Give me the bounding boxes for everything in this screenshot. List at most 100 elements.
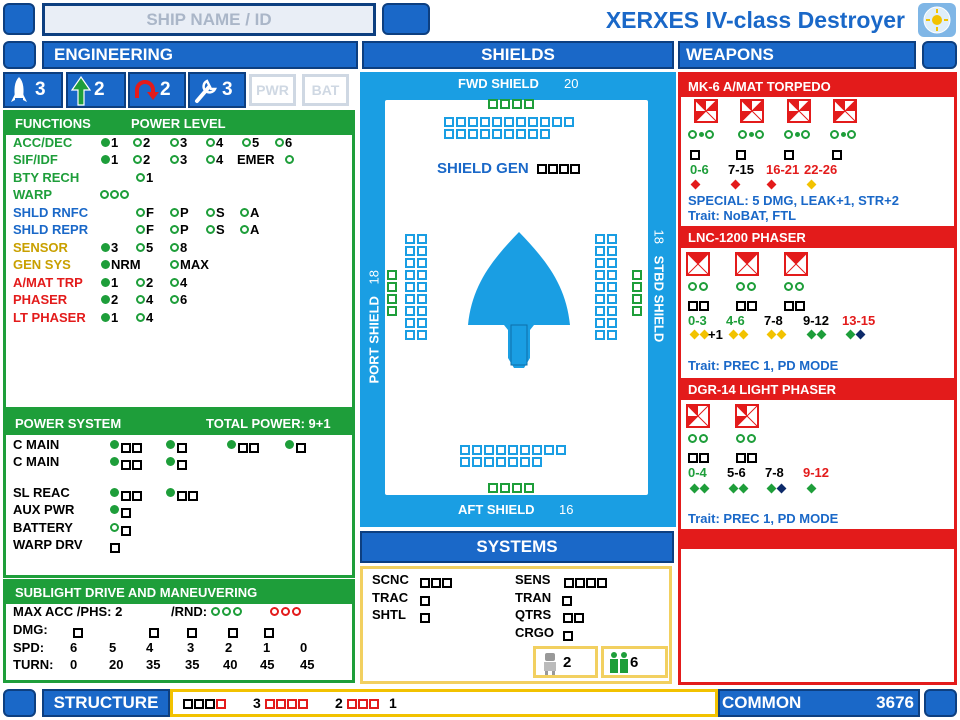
pwr-button[interactable]: PWR [249, 74, 296, 106]
fwd-shield-gen-boxes[interactable] [487, 98, 543, 110]
power-level-dot[interactable] [136, 295, 145, 304]
power-level-dot[interactable] [170, 138, 179, 147]
emer-dot[interactable] [285, 155, 294, 164]
power-level-dot[interactable] [101, 260, 110, 269]
power-level-dot[interactable] [136, 243, 145, 252]
power-level-dot[interactable] [136, 278, 145, 287]
shield-option-dot[interactable] [240, 208, 249, 217]
warp-drive-box[interactable] [110, 539, 121, 557]
power-level-value: 3 [180, 152, 188, 167]
power-dot[interactable] [166, 488, 175, 497]
aft-shield-boxes[interactable] [459, 444, 571, 468]
warp-dot[interactable] [100, 190, 109, 199]
power-box-group[interactable] [121, 487, 143, 505]
port-shield-boxes[interactable] [404, 233, 432, 341]
phaser-mode-dot[interactable] [795, 282, 804, 291]
rnd-dot[interactable] [211, 607, 220, 616]
power-box-group[interactable] [121, 439, 143, 457]
phaser-mode-dot[interactable] [699, 282, 708, 291]
port-shield-gen-boxes[interactable] [386, 269, 400, 317]
torpedo-mode-dot[interactable] [830, 130, 839, 139]
power-level-dot[interactable] [101, 138, 110, 147]
power-dot[interactable] [166, 440, 175, 449]
rnd-dot[interactable] [222, 607, 231, 616]
power-box-group[interactable] [121, 522, 132, 540]
power-level-dot[interactable] [101, 313, 110, 322]
torpedo-mode-dot[interactable] [801, 130, 810, 139]
power-dot[interactable] [110, 523, 119, 532]
power-dot[interactable] [285, 440, 294, 449]
system-boxes[interactable] [563, 609, 585, 627]
shield-option-dot[interactable] [206, 225, 215, 234]
power-dot[interactable] [166, 457, 175, 466]
power-dot[interactable] [110, 440, 119, 449]
system-boxes[interactable] [562, 592, 573, 610]
phaser-mode-dot[interactable] [747, 434, 756, 443]
power-box-group[interactable] [121, 456, 143, 474]
power-box-group[interactable] [177, 487, 199, 505]
phaser-mode-dot[interactable] [784, 282, 793, 291]
power-dot[interactable] [227, 440, 236, 449]
shield-option-dot[interactable] [240, 225, 249, 234]
power-level-dot[interactable] [206, 155, 215, 164]
warp-dot[interactable] [110, 190, 119, 199]
aft-shield-gen-boxes[interactable] [487, 482, 543, 494]
system-boxes[interactable] [420, 574, 453, 592]
power-level-dot[interactable] [133, 155, 142, 164]
ship-name-field[interactable]: SHIP NAME / ID [42, 3, 376, 36]
power-box-group[interactable] [121, 504, 132, 522]
power-level-dot[interactable] [101, 155, 110, 164]
power-level-dot[interactable] [101, 278, 110, 287]
system-boxes[interactable] [420, 609, 431, 627]
power-level-dot[interactable] [275, 138, 284, 147]
power-dot[interactable] [110, 488, 119, 497]
system-boxes[interactable] [563, 627, 574, 645]
power-box-group[interactable] [177, 439, 188, 457]
phaser-mode-dot[interactable] [688, 282, 697, 291]
rnd-dot-red[interactable] [292, 607, 301, 616]
shield-option-dot[interactable] [206, 208, 215, 217]
fwd-shield-boxes[interactable] [443, 116, 583, 140]
power-box-group[interactable] [296, 439, 307, 457]
power-level-dot[interactable] [170, 243, 179, 252]
power-level-dot[interactable] [136, 313, 145, 322]
system-boxes[interactable] [420, 592, 431, 610]
power-level-dot[interactable] [206, 138, 215, 147]
phaser-mode-dot[interactable] [688, 434, 697, 443]
phaser-mode-dot[interactable] [699, 434, 708, 443]
power-box-group[interactable] [177, 456, 188, 474]
rnd-dot[interactable] [233, 607, 242, 616]
shield-option-dot[interactable] [136, 208, 145, 217]
warp-dot[interactable] [120, 190, 129, 199]
stbd-shield-boxes[interactable] [594, 233, 622, 341]
phaser-mode-dot[interactable] [736, 282, 745, 291]
rnd-dot-red[interactable] [281, 607, 290, 616]
power-level-dot[interactable] [136, 173, 145, 182]
power-dot[interactable] [110, 457, 119, 466]
power-dot[interactable] [110, 505, 119, 514]
power-level-dot[interactable] [170, 295, 179, 304]
torpedo-mode-dot[interactable] [847, 130, 856, 139]
power-level-dot[interactable] [133, 138, 142, 147]
shield-option-dot[interactable] [170, 225, 179, 234]
bat-button[interactable]: BAT [302, 74, 349, 106]
system-boxes[interactable] [564, 574, 608, 592]
torpedo-mode-dot[interactable] [784, 130, 793, 139]
power-level-dot[interactable] [242, 138, 251, 147]
torpedo-mode-dot[interactable] [755, 130, 764, 139]
power-level-dot[interactable] [170, 278, 179, 287]
phaser-mode-dot[interactable] [747, 282, 756, 291]
torpedo-mode-dot[interactable] [688, 130, 697, 139]
power-level-dot[interactable] [170, 260, 179, 269]
power-level-dot[interactable] [101, 243, 110, 252]
power-level-dot[interactable] [101, 295, 110, 304]
torpedo-mode-dot[interactable] [738, 130, 747, 139]
phaser-mode-dot[interactable] [736, 434, 745, 443]
power-box-group[interactable] [238, 439, 260, 457]
shield-option-dot[interactable] [136, 225, 145, 234]
shield-option-dot[interactable] [170, 208, 179, 217]
rnd-dot-red[interactable] [270, 607, 279, 616]
stbd-shield-gen-boxes[interactable] [631, 269, 645, 317]
torpedo-mode-dot[interactable] [705, 130, 714, 139]
power-level-dot[interactable] [170, 155, 179, 164]
